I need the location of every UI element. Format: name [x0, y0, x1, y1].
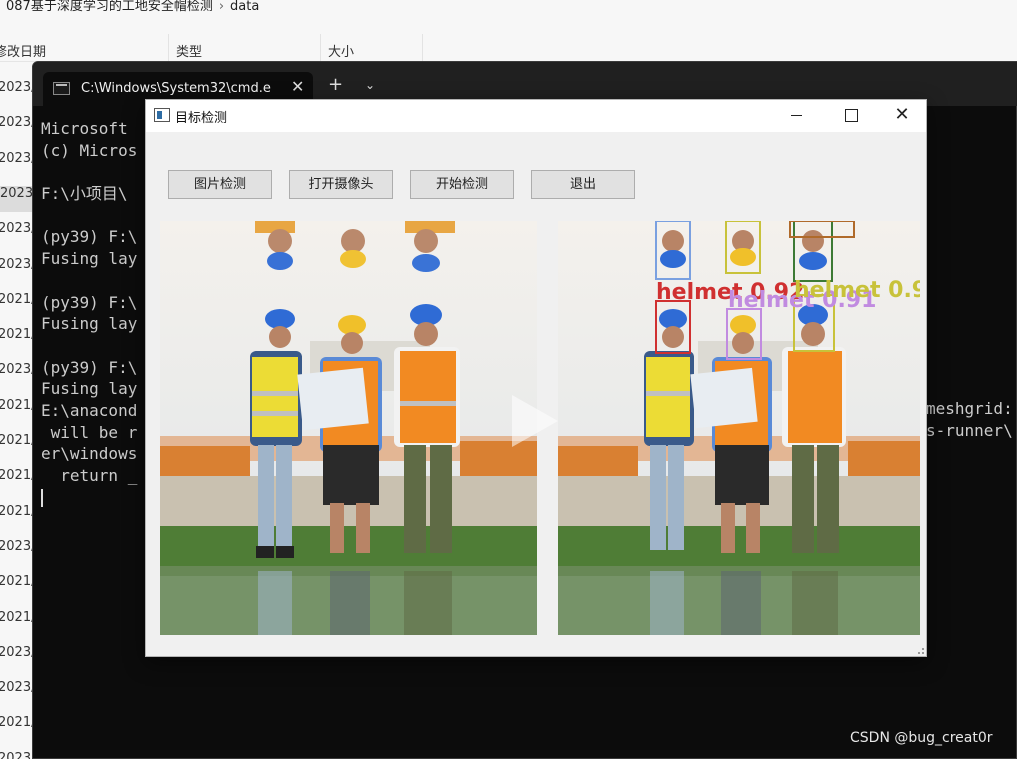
- open-camera-button[interactable]: 打开摄像头: [289, 170, 393, 199]
- original-image-panel: [160, 221, 537, 635]
- breadcrumb: 087基于深度学习的工地安全帽检测 › data: [0, 0, 1017, 22]
- image-detect-button[interactable]: 图片检测: [168, 170, 272, 199]
- date-cell[interactable]: 2023/: [0, 751, 34, 759]
- water-reflection: [258, 571, 452, 635]
- date-cell[interactable]: 2021/: [0, 292, 34, 307]
- date-cell[interactable]: 2023/: [0, 257, 34, 272]
- terminal-line-fragment: meshgrid:: [926, 399, 1013, 418]
- date-cell[interactable]: 2023/: [0, 539, 34, 554]
- date-cell[interactable]: 2023/: [0, 221, 34, 236]
- date-cell[interactable]: 2023/: [0, 645, 34, 660]
- text-cursor: [41, 489, 43, 508]
- date-cell[interactable]: 2023/: [0, 80, 34, 95]
- construction-workers-photo: [160, 221, 537, 635]
- detection-result-photo: helmet 0.92 helmet 0.91 helmet 0.9: [558, 221, 920, 635]
- terminal-tab-title: C:\Windows\System32\cmd.e: [81, 81, 271, 96]
- date-cell[interactable]: 2023/: [0, 680, 34, 695]
- date-cell[interactable]: 2021/: [0, 574, 34, 589]
- date-cell[interactable]: 2021/: [0, 715, 34, 730]
- resize-grip[interactable]: [918, 648, 924, 654]
- column-divider[interactable]: [320, 34, 321, 62]
- play-icon[interactable]: [512, 395, 558, 447]
- exit-button[interactable]: 退出: [531, 170, 635, 199]
- date-cell[interactable]: 2023/: [0, 185, 34, 212]
- date-cell[interactable]: 2021/: [0, 468, 34, 483]
- column-divider[interactable]: [168, 34, 169, 62]
- app-title: 目标检测: [175, 111, 228, 126]
- breadcrumb-folder[interactable]: 087基于深度学习的工地安全帽检测: [6, 0, 213, 14]
- column-header-row: 修改日期 类型 大小: [0, 26, 1017, 62]
- column-header-date[interactable]: 修改日期: [0, 41, 46, 60]
- close-button[interactable]: ✕: [879, 100, 925, 130]
- column-header-type[interactable]: 类型: [176, 41, 202, 60]
- chevron-down-icon[interactable]: ⌄: [365, 78, 375, 92]
- watermark: CSDN @bug_creat0r: [850, 730, 993, 746]
- terminal-line-fragment: s-runner\: [926, 421, 1013, 440]
- date-cell[interactable]: 2021/: [0, 610, 34, 625]
- date-cell[interactable]: 2021/: [0, 398, 34, 413]
- date-cell[interactable]: 2023/: [0, 115, 34, 130]
- date-cell[interactable]: 2021/: [0, 433, 34, 448]
- terminal-icon: [53, 82, 70, 95]
- chevron-right-icon: ›: [218, 0, 225, 14]
- breadcrumb-current[interactable]: data: [230, 0, 259, 14]
- column-header-size[interactable]: 大小: [328, 41, 354, 60]
- detection-result-panel: helmet 0.92 helmet 0.91 helmet 0.9: [558, 221, 920, 635]
- close-icon[interactable]: ✕: [291, 77, 304, 96]
- date-cell[interactable]: 2021/: [0, 327, 34, 342]
- date-column: 2023/2023/2023/2023/2023/2023/2021/2021/…: [0, 70, 34, 759]
- start-detect-button[interactable]: 开始检测: [410, 170, 514, 199]
- column-divider[interactable]: [422, 34, 423, 62]
- detection-label: helmet 0.9: [794, 278, 920, 303]
- date-cell[interactable]: 2021/: [0, 504, 34, 519]
- minimize-button[interactable]: [773, 100, 819, 130]
- detection-app-window: 目标检测 ✕ 图片检测 打开摄像头 开始检测 退出 helmet 0.92 he…: [145, 99, 927, 657]
- date-cell[interactable]: 2023/: [0, 362, 34, 377]
- app-icon: [154, 108, 170, 122]
- app-titlebar: 目标检测 ✕: [146, 100, 926, 132]
- new-tab-button[interactable]: +: [328, 76, 343, 94]
- maximize-button[interactable]: [827, 100, 873, 130]
- date-cell[interactable]: 2023/: [0, 151, 34, 166]
